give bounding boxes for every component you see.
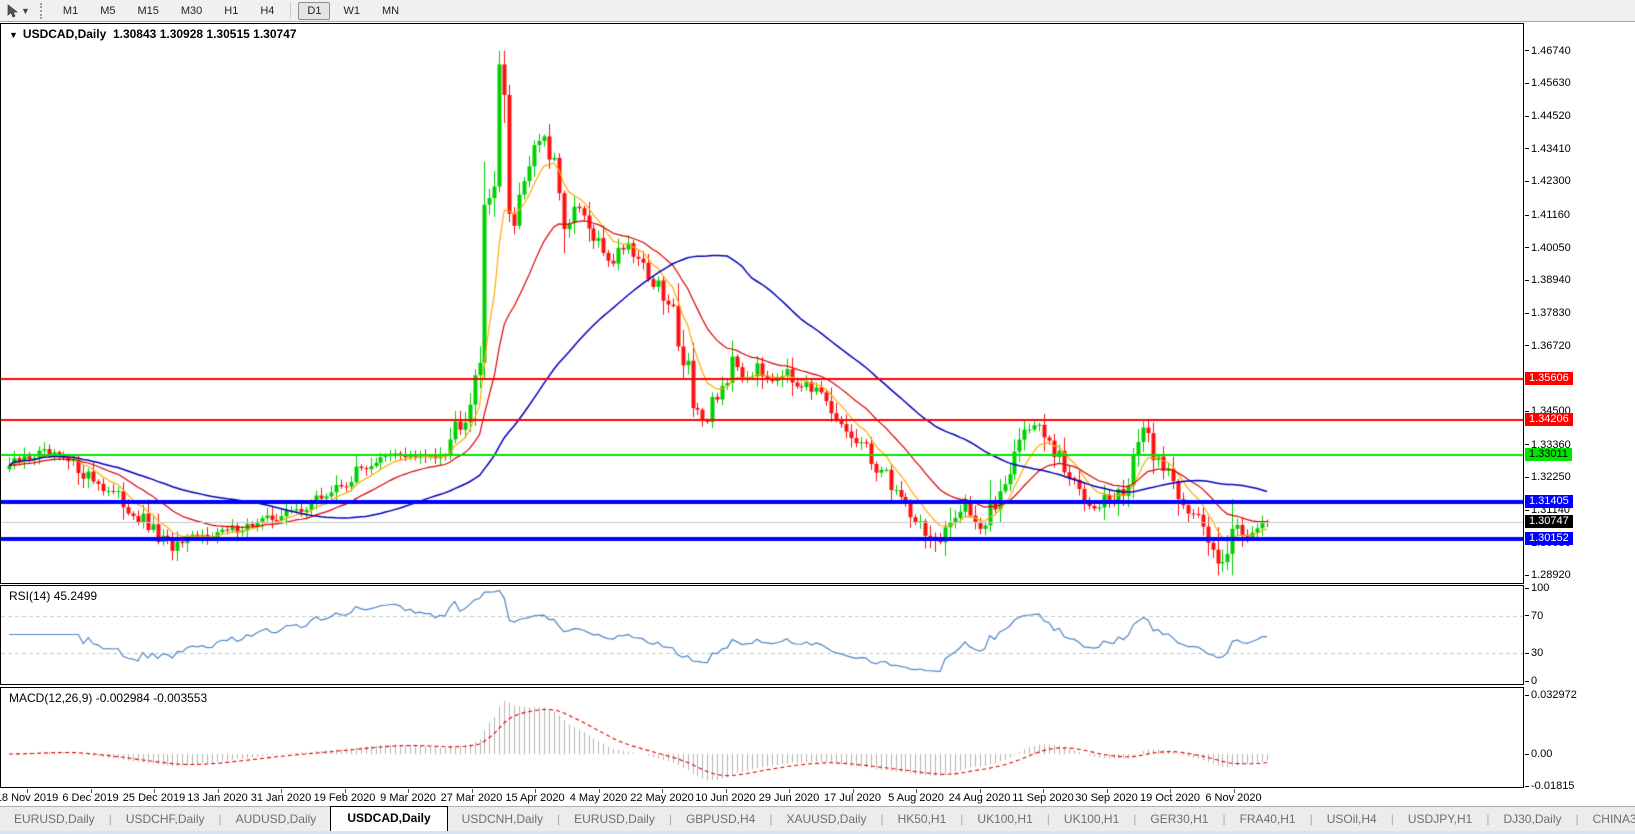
price-tick: 1.37830 bbox=[1525, 307, 1571, 319]
chart-tab-ger30-h1[interactable]: GER30,H1 bbox=[1136, 808, 1222, 831]
macd-tick: 0.00 bbox=[1525, 748, 1552, 760]
ohlc-close: 1.30747 bbox=[253, 27, 296, 41]
date-label: 15 Apr 2020 bbox=[505, 792, 564, 804]
chart-tab-eurusd-daily[interactable]: EURUSD,Daily bbox=[560, 808, 669, 831]
chart-tab-uk100-h1[interactable]: UK100,H1 bbox=[1050, 808, 1133, 831]
rsi-tick: 0 bbox=[1525, 675, 1537, 687]
rsi-tick: 30 bbox=[1525, 647, 1543, 659]
chart-tab-usdjpy-h1[interactable]: USDJPY,H1 bbox=[1394, 808, 1486, 831]
timeframe-button-h4[interactable]: H4 bbox=[251, 2, 283, 20]
chart-tab-xauusd-daily[interactable]: XAUUSD,Daily bbox=[772, 808, 880, 831]
price-tag-1.30152: 1.30152 bbox=[1525, 532, 1573, 545]
rsi-panel[interactable]: RSI(14) 45.2499 bbox=[0, 585, 1524, 685]
macd-panel[interactable]: MACD(12,26,9) -0.002984 -0.003553 bbox=[0, 687, 1524, 788]
price-tick: 1.38940 bbox=[1525, 274, 1571, 286]
toolbar-grip[interactable] bbox=[40, 3, 44, 19]
price-tag-1.30747: 1.30747 bbox=[1525, 515, 1573, 528]
price-tick: 1.44520 bbox=[1525, 110, 1571, 122]
date-label: 29 Jun 2020 bbox=[759, 792, 820, 804]
chart-symbol: USDCAD,Daily bbox=[23, 27, 106, 41]
timeframe-buttons: M1M5M15 M30H1H4 D1W1MN bbox=[52, 2, 410, 20]
chart-tab-audusd-daily[interactable]: AUDUSD,Daily bbox=[222, 808, 331, 831]
chart-tab-uk100-h1[interactable]: UK100,H1 bbox=[963, 808, 1046, 831]
timeframe-toolbar: ▼ M1M5M15 M30H1H4 D1W1MN bbox=[0, 0, 1635, 22]
chart-tab-hk50-h1[interactable]: HK50,H1 bbox=[884, 808, 961, 831]
rsi-value: 45.2499 bbox=[54, 589, 97, 603]
price-tick: 1.43410 bbox=[1525, 143, 1571, 155]
chart-tab-fra40-h1[interactable]: FRA40,H1 bbox=[1226, 808, 1310, 831]
date-label: 5 Aug 2020 bbox=[888, 792, 944, 804]
collapse-triangle-icon[interactable]: ▼ bbox=[9, 30, 18, 40]
date-label: 19 Oct 2020 bbox=[1140, 792, 1200, 804]
date-label: 6 Dec 2019 bbox=[62, 792, 118, 804]
date-label: 4 May 2020 bbox=[570, 792, 627, 804]
chart-tab-gbpusd-h4[interactable]: GBPUSD,H4 bbox=[672, 808, 769, 831]
timeframe-button-d1[interactable]: D1 bbox=[298, 2, 330, 20]
chart-tab-usdcad-daily[interactable]: USDCAD,Daily bbox=[330, 806, 447, 831]
date-label: 25 Dec 2019 bbox=[123, 792, 185, 804]
date-label: 17 Jul 2020 bbox=[824, 792, 881, 804]
price-tag-1.31405: 1.31405 bbox=[1525, 495, 1573, 508]
macd-chart bbox=[1, 688, 1523, 787]
price-tick: 1.46740 bbox=[1525, 45, 1571, 57]
symbol-tab-bar: EURUSD,Daily|USDCHF,Daily|AUDUSD,DailyUS… bbox=[0, 806, 1635, 831]
macd-tick: -0.01815 bbox=[1525, 780, 1574, 792]
date-label: 10 Jun 2020 bbox=[695, 792, 756, 804]
timeframe-button-m5[interactable]: M5 bbox=[91, 2, 124, 20]
price-tick: 1.36720 bbox=[1525, 340, 1571, 352]
price-tick: 1.28920 bbox=[1525, 569, 1571, 581]
chart-tab-usdcnh-daily[interactable]: USDCNH,Daily bbox=[448, 808, 557, 831]
rsi-label: RSI(14) 45.2499 bbox=[9, 589, 97, 603]
timeframe-button-m15[interactable]: M15 bbox=[128, 2, 167, 20]
pointer-tool-icon[interactable] bbox=[6, 4, 19, 18]
ohlc-high: 1.30928 bbox=[160, 27, 203, 41]
macd-label: MACD(12,26,9) -0.002984 -0.003553 bbox=[9, 691, 207, 705]
timeframe-button-h1[interactable]: H1 bbox=[215, 2, 247, 20]
price-tick: 1.42300 bbox=[1525, 175, 1571, 187]
date-label: 11 Sep 2020 bbox=[1012, 792, 1074, 804]
chart-tab-usdchf-daily[interactable]: USDCHF,Daily bbox=[112, 808, 219, 831]
candlestick-chart[interactable] bbox=[1, 24, 1523, 583]
price-axis[interactable]: 1.46740 1.45630 1.44520 1.43410 1.42300 1.411… bbox=[1525, 23, 1635, 788]
timeframe-button-mn[interactable]: MN bbox=[373, 2, 408, 20]
macd-value: -0.002984 bbox=[96, 691, 150, 705]
rsi-tick: 70 bbox=[1525, 610, 1543, 622]
price-tag-1.34206: 1.34206 bbox=[1525, 413, 1573, 426]
toolbar-separator bbox=[290, 2, 291, 18]
price-tag-1.33011: 1.33011 bbox=[1525, 448, 1572, 461]
ohlc-open: 1.30843 bbox=[113, 27, 156, 41]
trading-terminal: ▼ M1M5M15 M30H1H4 D1W1MN ▼ USDCAD,Daily 1.3… bbox=[0, 0, 1635, 834]
date-label: 30 Sep 2020 bbox=[1075, 792, 1137, 804]
timeframe-button-m30[interactable]: M30 bbox=[172, 2, 211, 20]
price-tick: 1.40050 bbox=[1525, 242, 1571, 254]
date-label: 31 Jan 2020 bbox=[251, 792, 312, 804]
date-label: 6 Nov 2020 bbox=[1205, 792, 1261, 804]
price-tick: 1.41160 bbox=[1525, 209, 1570, 221]
chart-tab-usoil-h4[interactable]: USOil,H4 bbox=[1313, 808, 1391, 831]
timeframe-button-m1[interactable]: M1 bbox=[54, 2, 87, 20]
date-label: 22 May 2020 bbox=[630, 792, 694, 804]
chart-tab-dj30-daily[interactable]: DJ30,Daily bbox=[1489, 808, 1575, 831]
date-label: 19 Feb 2020 bbox=[314, 792, 376, 804]
chart-tab-china300-h1[interactable]: CHINA300,H1 bbox=[1579, 808, 1635, 831]
date-label: 24 Aug 2020 bbox=[949, 792, 1011, 804]
macd-tick: 0.032972 bbox=[1525, 689, 1577, 701]
date-label: 18 Nov 2019 bbox=[0, 792, 58, 804]
macd-signal-value: -0.003553 bbox=[153, 691, 207, 705]
date-axis[interactable]: 18 Nov 2019 6 Dec 2019 25 Dec 201913 Jan 2… bbox=[0, 789, 1524, 805]
ohlc-low: 1.30515 bbox=[206, 27, 249, 41]
dropdown-caret-icon[interactable]: ▼ bbox=[21, 6, 30, 16]
date-label: 13 Jan 2020 bbox=[187, 792, 248, 804]
date-label: 9 Mar 2020 bbox=[380, 792, 436, 804]
timeframe-button-w1[interactable]: W1 bbox=[334, 2, 369, 20]
price-tick: 1.45630 bbox=[1525, 77, 1571, 89]
price-chart-panel[interactable]: ▼ USDCAD,Daily 1.30843 1.30928 1.30515 1.… bbox=[0, 23, 1524, 584]
price-tick: 1.32250 bbox=[1525, 471, 1571, 483]
date-label: 27 Mar 2020 bbox=[441, 792, 503, 804]
price-tag-1.35606: 1.35606 bbox=[1525, 372, 1573, 385]
chart-title: ▼ USDCAD,Daily 1.30843 1.30928 1.30515 1.… bbox=[9, 27, 297, 41]
rsi-tick: 100 bbox=[1525, 582, 1549, 594]
chart-tab-eurusd-daily[interactable]: EURUSD,Daily bbox=[0, 808, 109, 831]
rsi-chart bbox=[1, 586, 1523, 684]
